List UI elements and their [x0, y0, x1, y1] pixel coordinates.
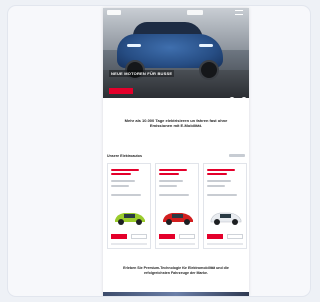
car-spec — [111, 185, 129, 187]
preview-card: NEUE MOTOREN FÜR BUSSE ‹ › Mehr als 10.0… — [8, 6, 310, 296]
car-card[interactable] — [203, 163, 247, 249]
details-button[interactable] — [179, 234, 195, 239]
configure-button[interactable] — [111, 234, 127, 239]
car-spec — [159, 185, 177, 187]
menu-icon[interactable] — [235, 10, 243, 15]
nav-button[interactable] — [187, 10, 203, 15]
car-spec — [111, 180, 135, 182]
car-spec — [207, 185, 225, 187]
car-card[interactable] — [107, 163, 151, 249]
car-card-footer — [207, 243, 243, 245]
website-preview: NEUE MOTOREN FÜR BUSSE ‹ › Mehr als 10.0… — [103, 8, 249, 296]
chevron-left-icon[interactable]: ‹ — [229, 97, 235, 98]
section-carousel-controls[interactable] — [215, 153, 225, 166]
configure-button[interactable] — [207, 234, 223, 239]
section-title: Unsere Elektroautos — [107, 154, 142, 158]
car-title — [159, 169, 187, 171]
hero-car-headlight-right — [199, 44, 213, 47]
car-card[interactable] — [155, 163, 199, 249]
hero-car-wheel-right — [199, 60, 219, 80]
configure-button[interactable] — [159, 234, 175, 239]
promo-text: Erleben Sie Premium-Technologie für Elek… — [123, 266, 229, 275]
page-headline: Mehr als 10.000 Tage elektrisieren un fa… — [124, 118, 228, 128]
car-image — [210, 212, 242, 225]
car-card-footer — [111, 243, 147, 245]
car-title — [111, 169, 139, 171]
car-price — [111, 194, 141, 196]
car-price — [207, 194, 237, 196]
details-button[interactable] — [227, 234, 243, 239]
car-subtitle — [207, 173, 227, 175]
hero-car-headlight-left — [127, 44, 141, 47]
hero-cta-button[interactable] — [109, 88, 133, 94]
car-subtitle — [159, 173, 179, 175]
brand-logo[interactable] — [107, 10, 121, 15]
car-card-footer — [159, 243, 195, 245]
section-link[interactable] — [229, 154, 245, 157]
car-title — [207, 169, 235, 171]
car-image — [115, 213, 145, 225]
chevron-right-icon[interactable]: › — [241, 97, 248, 98]
details-button[interactable] — [131, 234, 147, 239]
hero-caption: NEUE MOTOREN FÜR BUSSE — [109, 70, 175, 77]
car-spec — [207, 180, 231, 182]
car-list — [107, 163, 247, 249]
footer-banner-image — [103, 292, 249, 296]
hero-banner: NEUE MOTOREN FÜR BUSSE ‹ › — [103, 8, 249, 98]
top-nav — [103, 8, 249, 18]
car-image — [163, 213, 193, 225]
car-subtitle — [111, 173, 131, 175]
car-price — [159, 194, 189, 196]
car-spec — [159, 180, 183, 182]
hero-carousel-controls: ‹ › — [227, 88, 248, 98]
